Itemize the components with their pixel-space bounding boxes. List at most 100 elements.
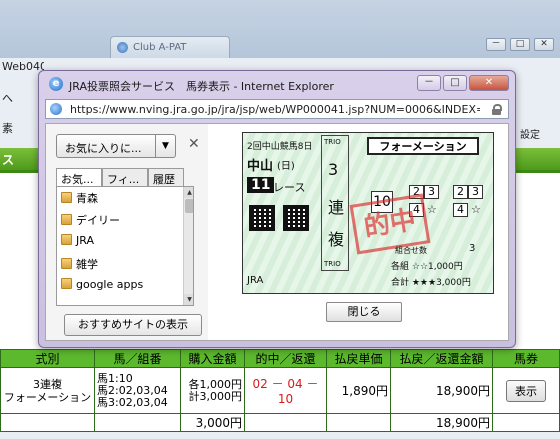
result-table: 式別 馬／組番 購入金額 的中／返還 払戻単価 払戻／返還金額 馬券 3連複 フ… [0,349,560,432]
trio-bottom-label: TRIO [324,260,341,268]
ie-address-bar[interactable]: https://www.nving.jra.go.jp/jra/jsp/web/… [45,99,509,119]
table-total-row: 3,000円 18,900円 [0,413,560,432]
folder-icon [61,258,72,269]
ticket-meeting: 2回中山競馬8日 [247,142,313,152]
total-empty-3 [244,413,327,432]
total-empty-5 [492,413,560,432]
favorite-label: google apps [76,278,144,291]
row-amount: 各1,000円 計3,000円 [180,367,245,414]
qr-code-icon [283,205,309,231]
settings-menu-label[interactable]: 設定 [520,126,540,141]
folder-icon [61,234,72,245]
total-amount-ticket: 合計 ★★★3,000円 [391,278,471,288]
trio-top-label: TRIO [324,138,341,146]
ticket-race-suffix: レース [273,181,306,194]
show-ticket-button[interactable]: 表示 [506,379,546,402]
background-tab-label: Club A-PAT [133,42,187,53]
add-to-favorites-button[interactable]: お気に入りに... [56,134,156,158]
ie-maximize-button[interactable]: □ [443,75,467,91]
ie-popup-window: e JRA投票照会サービス 馬券表示 - Internet Explorer －… [38,70,516,348]
list-item[interactable]: デイリー [61,212,120,230]
bet-type-char-2: 連 [328,198,345,217]
bg-minimize-button[interactable]: － [486,38,506,51]
favorite-label: デイリー [76,214,120,227]
list-item[interactable]: 雑学 [61,256,98,274]
tab-feeds[interactable]: フィ... [102,168,148,186]
folder-icon [61,192,72,203]
total-empty-1 [0,413,95,432]
total-payout: 18,900円 [390,413,493,432]
ie-titlebar[interactable]: e JRA投票照会サービス 馬券表示 - Internet Explorer －… [39,71,515,97]
background-right-strip: 設定 [520,60,560,150]
favorites-close-icon[interactable]: ✕ [188,136,200,152]
close-button[interactable]: 閉じる [326,302,402,322]
header-payout: 払戻／返還金額 [390,349,493,368]
table-row: 3連複 フォーメーション 馬1:10 馬2:02,03,04 馬3:02,03,… [0,367,560,414]
lock-icon[interactable] [492,104,502,115]
ticket-race-number: 11 [247,177,275,193]
table-header-row: 式別 馬／組番 購入金額 的中／返還 払戻単価 払戻／返還金額 馬券 [0,349,560,368]
header-type: 式別 [0,349,95,368]
scroll-up-icon[interactable]: ▲ [184,187,193,198]
combos-label: 組合せ数 [395,246,427,255]
list-item[interactable]: 青森 [61,190,98,208]
formation-label: フォーメーション [367,137,479,155]
favorites-dropdown-icon[interactable]: ▼ [156,134,176,158]
list-item[interactable]: JRA [61,234,94,252]
background-left-strip: へ 素 [0,82,38,150]
combo-line-2: 馬2:02,03,04 [97,383,168,397]
third-leg-number: 4 [453,203,468,217]
left-strip-text-2: 素 [2,122,13,135]
header-hit: 的中／返還 [244,349,327,368]
folder-icon [61,278,72,289]
left-strip-text-1: へ [2,92,13,105]
tab-favorites[interactable]: お気... [56,168,102,187]
row-type-line-1: 3連複 [33,377,62,391]
third-leg-number: 2 [453,185,468,199]
tab-history[interactable]: 履歴 [148,168,184,186]
background-tab[interactable]: Club A-PAT [110,36,230,58]
favorites-scrollbar[interactable]: ▲ ▼ [183,187,193,305]
second-leg-number: 3 [424,185,439,199]
star-mark: ☆ [427,203,437,216]
header-unit-payout: 払戻単価 [326,349,391,368]
ticket-day: (日) [277,161,295,172]
ie-window-title: JRA投票照会サービス 馬券表示 - Internet Explorer [69,80,334,93]
bet-type-char-1: 3 [328,160,339,179]
list-item[interactable]: google apps [61,278,143,296]
ticket-area: 2回中山競馬8日 中山 (日) 11 レース JRA TRIO 3 連 複 TR… [208,124,508,340]
scroll-down-icon[interactable]: ▼ [184,294,193,305]
ie-url-text[interactable]: https://www.nving.jra.go.jp/jra/jsp/web/… [70,103,480,116]
row-unit-payout: 1,890円 [326,367,391,414]
each-amount: 各組 ☆☆1,000円 [391,262,463,272]
ticket-venue: 中山 [247,159,274,174]
ie-close-button[interactable]: ✕ [469,75,509,91]
favorites-list: 青森 デイリー JRA 雑学 google apps ▲ ▼ [56,186,194,306]
row-hit: 02 － 04 － 10 [244,367,327,414]
bg-close-button[interactable]: ✕ [534,38,554,51]
row-ticket-cell: 表示 [492,367,560,414]
suggested-sites-button[interactable]: おすすめサイトの表示 [64,314,202,336]
menu-band-label: ス [2,153,15,167]
background-titlebar: Club A-PAT － □ ✕ [0,0,560,58]
row-type: 3連複 フォーメーション [0,367,95,414]
amount-line-1: 各1,000円 [188,377,243,391]
betting-ticket-image: 2回中山競馬8日 中山 (日) 11 レース JRA TRIO 3 連 複 TR… [242,132,494,294]
ticket-jra-label: JRA [247,275,264,286]
row-combo: 馬1:10 馬2:02,03,04 馬3:02,03,04 [94,367,181,414]
total-amount: 3,000円 [180,413,245,432]
trio-column: TRIO 3 連 複 TRIO [321,135,349,271]
header-amount: 購入金額 [180,349,245,368]
favorite-label: 雑学 [76,258,98,271]
scroll-thumb[interactable] [185,199,193,213]
header-ticket: 馬券 [492,349,560,368]
header-combo: 馬／組番 [94,349,181,368]
ie-content-area: お気に入りに... ▼ ✕ お気... フィ... 履歴 青森 デイリー JRA… [45,123,509,341]
total-empty-4 [326,413,391,432]
favorites-pane: お気に入りに... ▼ ✕ お気... フィ... 履歴 青森 デイリー JRA… [50,128,206,338]
bg-maximize-button[interactable]: □ [510,38,530,51]
qr-code-icon [249,205,275,231]
amount-line-2: 計3,000円 [188,389,243,403]
ie-minimize-button[interactable]: － [417,75,441,91]
third-leg-number: 3 [468,185,483,199]
